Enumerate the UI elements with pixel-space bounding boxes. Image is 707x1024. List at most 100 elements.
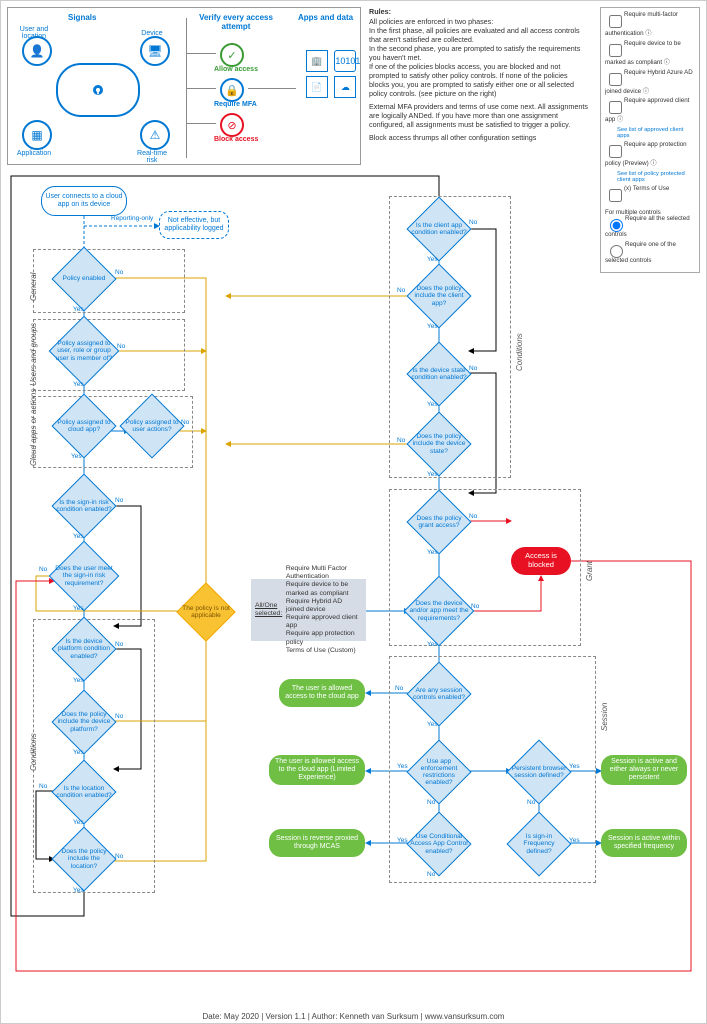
rules-p2: In the first phase, all policies are eva…: [369, 26, 589, 44]
node-session-controls: Are any session controls enabled?: [416, 671, 462, 717]
node-client-app-inc: Does the policy include the client app?: [416, 273, 462, 319]
edge-yes: Yes: [427, 471, 438, 478]
edge-reporting-only: Reporting-only: [111, 215, 153, 222]
edge-no: No: [397, 437, 405, 444]
edge-no: No: [39, 783, 47, 790]
block-icon: ⊘: [220, 113, 244, 137]
edge-yes: Yes: [73, 533, 84, 540]
mfa-label: Require MFA: [214, 101, 257, 108]
node-grant-access: Does the policy grant access?: [416, 499, 462, 545]
node-cond-access-app: Use Conditional Access App Control enabl…: [416, 821, 462, 867]
cloud-app-icon: ☁: [334, 76, 356, 98]
edge-no: No: [117, 343, 125, 350]
node-app-enforce: Use app enforcement restrictions enabled…: [416, 749, 462, 795]
label-grant: Grant: [585, 561, 594, 581]
label-cond: Conditions: [29, 733, 38, 771]
edge-no: No: [427, 799, 435, 806]
user-location-label: User and location: [14, 26, 54, 40]
node-policy-enabled: Policy enabled: [61, 256, 107, 302]
connector: [186, 123, 216, 124]
node-location: Is the location condition enabled?: [61, 769, 107, 815]
label-caa: Cloud apps or actions: [29, 389, 38, 466]
apps-icons: 🏢 10101 📄 ☁: [304, 48, 358, 100]
rules-p4: If one of the policies blocks access, yo…: [369, 62, 589, 98]
chk-compliant[interactable]: Require device to be marked as compliant…: [605, 41, 695, 67]
node-not-applicable: The policy is not applicable: [185, 591, 227, 633]
edge-yes: Yes: [427, 721, 438, 728]
node-user-actions: Policy assigned to user actions?: [129, 403, 175, 449]
edge-no: No: [39, 566, 47, 573]
allow-icon: ✓: [220, 43, 244, 67]
rules-p1: All policies are enforced in two phases:: [369, 17, 589, 26]
edge-yes: Yes: [73, 605, 84, 612]
device-label: Device: [132, 30, 172, 37]
chk-mfa[interactable]: Require multi-factor authentication ⓘ: [605, 12, 695, 38]
node-device-state-inc: Does the policy include the device state…: [416, 421, 462, 467]
edge-yes: Yes: [427, 256, 438, 263]
edge-yes: Yes: [73, 819, 84, 826]
doc-icon: 📄: [306, 76, 328, 98]
edge-yes: Yes: [427, 323, 438, 330]
building-icon: 🏢: [306, 50, 328, 72]
node-signin-freq: Is sign-in Frequency defined?: [516, 821, 562, 867]
node-location-inc: Does the policy include the location?: [61, 836, 107, 882]
flowchart: General Users and groups Cloud apps or a…: [1, 171, 707, 1021]
allow-label: Allow access: [214, 66, 258, 73]
node-start: User connects to a cloud app on its devi…: [41, 186, 127, 216]
edge-no: No: [471, 603, 479, 610]
node-user-assigned: Policy assigned to user, role or group u…: [59, 326, 109, 376]
edge-no: No: [115, 853, 123, 860]
rules-p6: Block access thrumps all other configura…: [369, 133, 589, 142]
edge-yes: Yes: [73, 381, 84, 388]
edge-no: No: [469, 513, 477, 520]
edge-no: No: [115, 713, 123, 720]
edge-no: No: [527, 799, 535, 806]
edge-yes: Yes: [427, 641, 438, 648]
edge-yes: Yes: [569, 763, 580, 770]
node-meet-req: Does the device and/or app meet the requ…: [414, 586, 464, 636]
edge-yes: Yes: [71, 453, 82, 460]
edge-yes: Yes: [73, 749, 84, 756]
node-reverse-proxy: Session is reverse proxied through MCAS: [269, 829, 365, 857]
edge-no: No: [469, 219, 477, 226]
edge-yes: Yes: [397, 837, 408, 844]
edge-yes: Yes: [427, 549, 438, 556]
hdr-signals: Signals: [68, 13, 96, 22]
edge-no: No: [181, 419, 189, 426]
block-label: Block access: [214, 136, 258, 143]
edge-no: No: [397, 287, 405, 294]
node-requirements-note: All/One selected:Require Multi Factor Au…: [251, 579, 366, 641]
node-signin-risk: Is the sign-in risk condition enabled?: [61, 483, 107, 529]
user-location-icon: 👤: [22, 36, 52, 66]
edge-no: No: [469, 365, 477, 372]
edge-no: No: [115, 269, 123, 276]
header-diagram: Signals Verify every access attempt Apps…: [7, 7, 361, 165]
node-blocked: Access is blocked: [511, 547, 571, 575]
edge-no: No: [115, 641, 123, 648]
label-ug: Users and groups: [29, 323, 38, 386]
chk-app-protection[interactable]: Require app protection policy (Preview) …: [605, 142, 695, 168]
edge-no: No: [115, 497, 123, 504]
connector: [186, 53, 216, 54]
edge-yes: Yes: [73, 887, 84, 894]
hdr-verify: Verify every access attempt: [196, 13, 276, 31]
connector: [186, 88, 216, 89]
edge-yes: Yes: [427, 401, 438, 408]
node-session-freq: Session is active within specified frequ…: [601, 829, 687, 857]
label-general: General: [29, 273, 38, 301]
link-approved-apps[interactable]: See list of approved client apps: [617, 127, 695, 139]
edge-no: No: [395, 685, 403, 692]
mfa-icon: 🔒: [220, 78, 244, 102]
node-cloud-app: Policy assigned to cloud app?: [61, 403, 107, 449]
edge-no: No: [427, 871, 435, 878]
rules-text: Rules: All policies are enforced in two …: [369, 7, 589, 142]
application-icon: ▦: [22, 120, 52, 150]
chk-approved-app[interactable]: Require approved client app ⓘ: [605, 98, 695, 124]
hdr-apps: Apps and data: [298, 13, 353, 22]
edge-yes: Yes: [73, 677, 84, 684]
cloud-icon: [56, 63, 140, 117]
node-session-persistent: Session is active and either always or n…: [601, 755, 687, 785]
node-device-state: Is the device state condition enabled?: [416, 351, 462, 397]
chk-hybrid[interactable]: Require Hybrid Azure AD joined device ⓘ: [605, 70, 695, 96]
rules-title: Rules:: [369, 7, 589, 16]
